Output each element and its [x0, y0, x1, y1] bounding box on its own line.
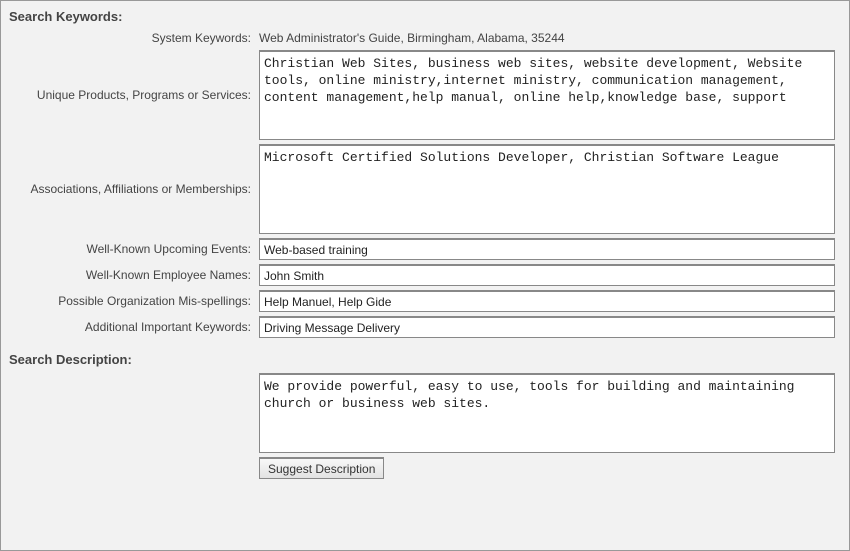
row-misspellings: Possible Organization Mis-spellings: — [9, 290, 841, 312]
row-unique-products: Unique Products, Programs or Services: — [9, 50, 841, 140]
row-suggest-button: Suggest Description — [9, 457, 841, 479]
input-associations[interactable] — [259, 144, 835, 234]
input-misspellings[interactable] — [259, 290, 835, 312]
suggest-description-button[interactable]: Suggest Description — [259, 457, 384, 479]
row-associations: Associations, Affiliations or Membership… — [9, 144, 841, 234]
input-additional-keywords[interactable] — [259, 316, 835, 338]
input-employee-names[interactable] — [259, 264, 835, 286]
input-unique-products[interactable] — [259, 50, 835, 140]
label-associations: Associations, Affiliations or Membership… — [9, 181, 259, 197]
label-upcoming-events: Well-Known Upcoming Events: — [9, 241, 259, 257]
label-additional-keywords: Additional Important Keywords: — [9, 319, 259, 335]
input-description[interactable] — [259, 373, 835, 453]
input-upcoming-events[interactable] — [259, 238, 835, 260]
label-unique-products: Unique Products, Programs or Services: — [9, 87, 259, 103]
row-system-keywords: System Keywords: Web Administrator's Gui… — [9, 30, 841, 46]
row-upcoming-events: Well-Known Upcoming Events: — [9, 238, 841, 260]
label-employee-names: Well-Known Employee Names: — [9, 267, 259, 283]
search-settings-panel: Search Keywords: System Keywords: Web Ad… — [0, 0, 850, 551]
value-system-keywords: Web Administrator's Guide, Birmingham, A… — [259, 30, 565, 45]
label-system-keywords: System Keywords: — [9, 30, 259, 46]
search-keywords-title: Search Keywords: — [9, 9, 841, 24]
row-description — [9, 373, 841, 453]
row-additional-keywords: Additional Important Keywords: — [9, 316, 841, 338]
row-employee-names: Well-Known Employee Names: — [9, 264, 841, 286]
search-description-title: Search Description: — [9, 352, 841, 367]
label-misspellings: Possible Organization Mis-spellings: — [9, 293, 259, 309]
